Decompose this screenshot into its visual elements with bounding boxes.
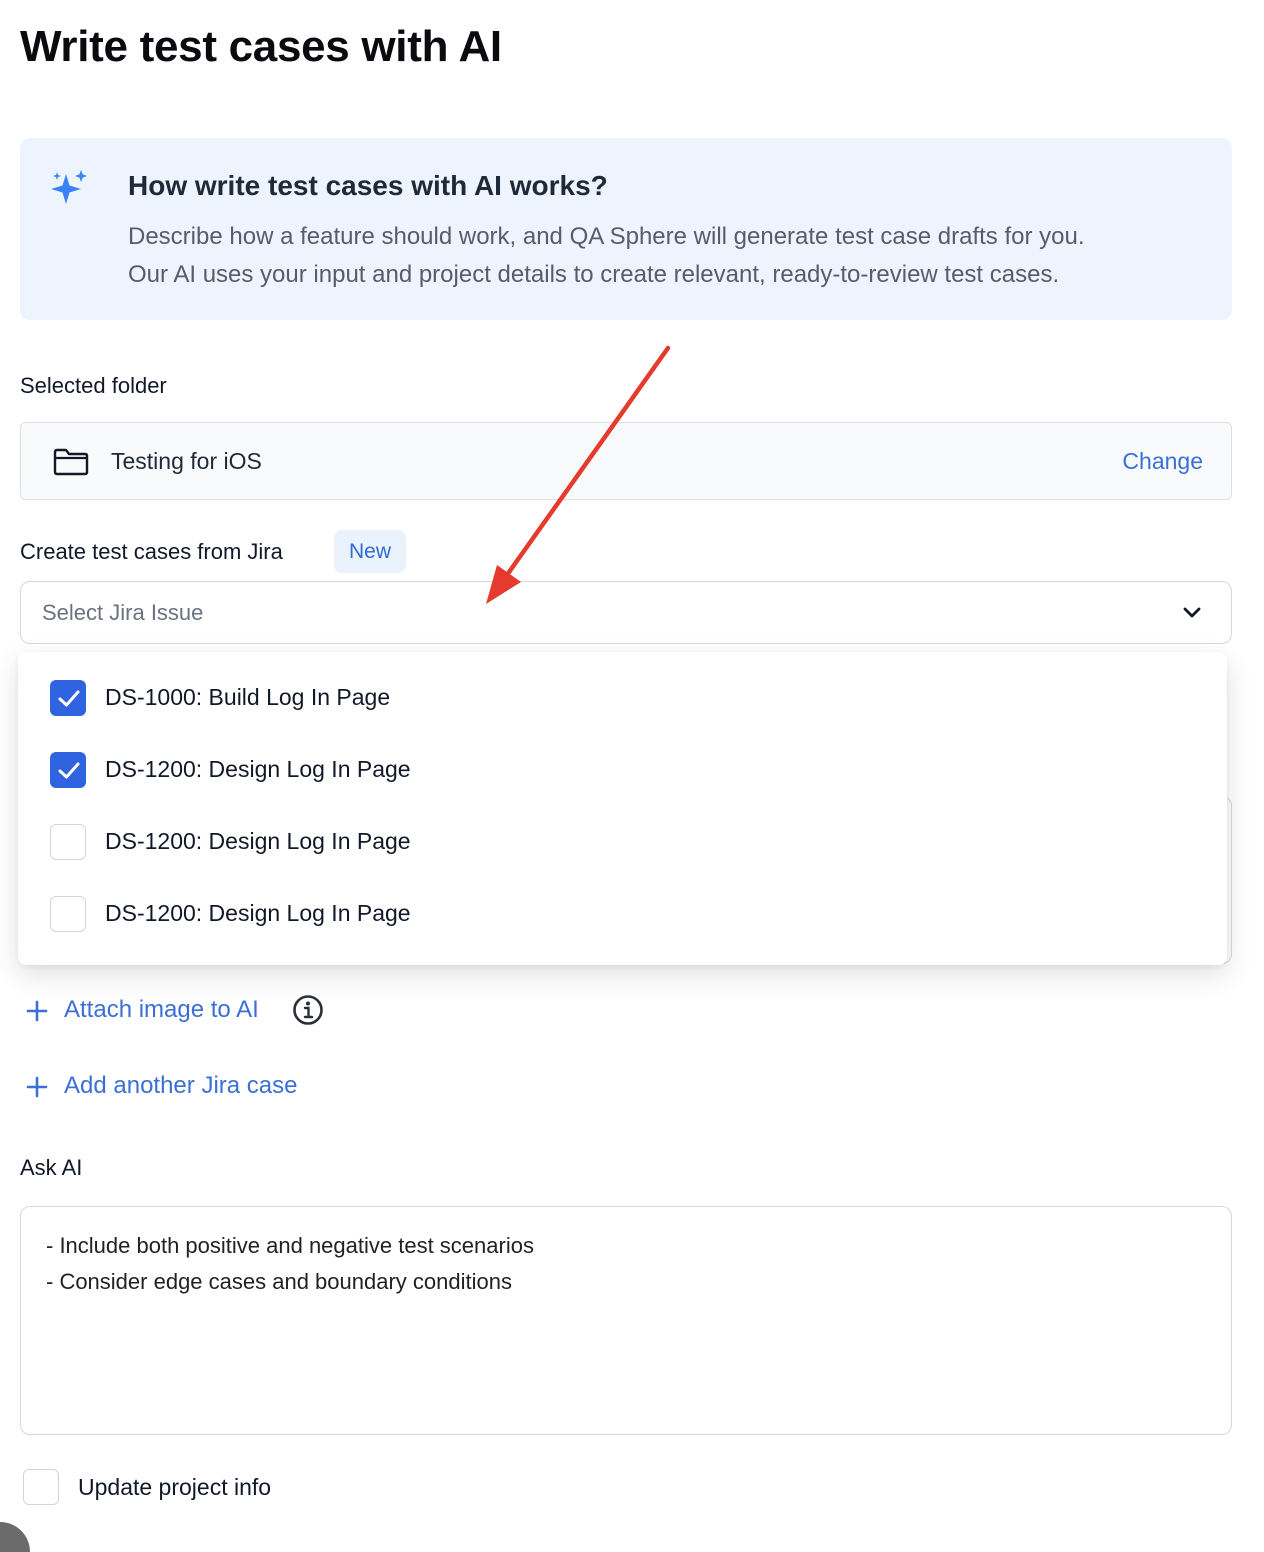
sparkles-icon — [51, 170, 87, 204]
jira-option[interactable]: DS-1000: Build Log In Page — [50, 678, 1200, 718]
attach-image-label: Attach image to AI — [64, 996, 259, 1023]
check-icon — [58, 690, 80, 707]
info-line-2: Our AI uses your input and project detai… — [128, 261, 1060, 288]
folder-icon — [53, 448, 89, 476]
selected-folder-label: Selected folder — [20, 373, 167, 398]
jira-issue-dropdown: DS-1000: Build Log In Page DS-1200: Desi… — [18, 652, 1227, 965]
update-project-info-checkbox[interactable] — [23, 1469, 59, 1505]
add-jira-case-button[interactable]: Add another Jira case — [26, 1072, 346, 1104]
window-corner — [0, 1522, 30, 1552]
new-badge: New — [334, 530, 406, 573]
option-checkbox[interactable] — [50, 824, 86, 860]
jira-label: Create test cases from Jira — [20, 539, 283, 564]
jira-option[interactable]: DS-1200: Design Log In Page — [50, 750, 1200, 790]
change-folder-link[interactable]: Change — [1122, 448, 1203, 475]
info-circle-icon[interactable] — [292, 994, 324, 1026]
option-checkbox[interactable] — [50, 896, 86, 932]
page-title: Write test cases with AI — [20, 22, 502, 71]
info-box: How write test cases with AI works? Desc… — [20, 138, 1232, 320]
option-label: DS-1200: Design Log In Page — [105, 756, 411, 782]
plus-icon — [26, 1076, 48, 1098]
update-project-info-label: Update project info — [78, 1474, 272, 1500]
ask-ai-line-2: - Consider edge cases and boundary condi… — [46, 1269, 512, 1294]
page: Write test cases with AI How write test … — [0, 0, 1264, 1552]
check-icon — [58, 762, 80, 779]
folder-name: Testing for iOS — [111, 448, 262, 474]
ask-ai-label: Ask AI — [20, 1155, 83, 1180]
jira-option[interactable]: DS-1200: Design Log In Page — [50, 894, 1200, 934]
add-jira-case-label: Add another Jira case — [64, 1072, 298, 1099]
info-line-1: Describe how a feature should work, and … — [128, 223, 1085, 250]
folder-selector: Testing for iOS Change — [20, 422, 1232, 500]
chevron-down-icon — [1183, 607, 1201, 618]
jira-option[interactable]: DS-1200: Design Log In Page — [50, 822, 1200, 862]
info-description: Describe how a feature should work, and … — [128, 218, 1218, 294]
option-label: DS-1000: Build Log In Page — [105, 684, 391, 710]
ask-ai-line-1: - Include both positive and negative tes… — [46, 1233, 534, 1258]
jira-issue-select[interactable]: Select Jira Issue — [20, 581, 1232, 644]
info-heading: How write test cases with AI works? — [128, 170, 608, 201]
ask-ai-textarea[interactable]: - Include both positive and negative tes… — [20, 1206, 1232, 1435]
attach-image-button[interactable]: Attach image to AI — [26, 994, 346, 1028]
option-label: DS-1200: Design Log In Page — [105, 900, 411, 926]
option-label: DS-1200: Design Log In Page — [105, 828, 411, 854]
plus-icon — [26, 1000, 48, 1022]
option-checkbox[interactable] — [50, 680, 86, 716]
option-checkbox[interactable] — [50, 752, 86, 788]
jira-select-placeholder: Select Jira Issue — [42, 600, 204, 625]
